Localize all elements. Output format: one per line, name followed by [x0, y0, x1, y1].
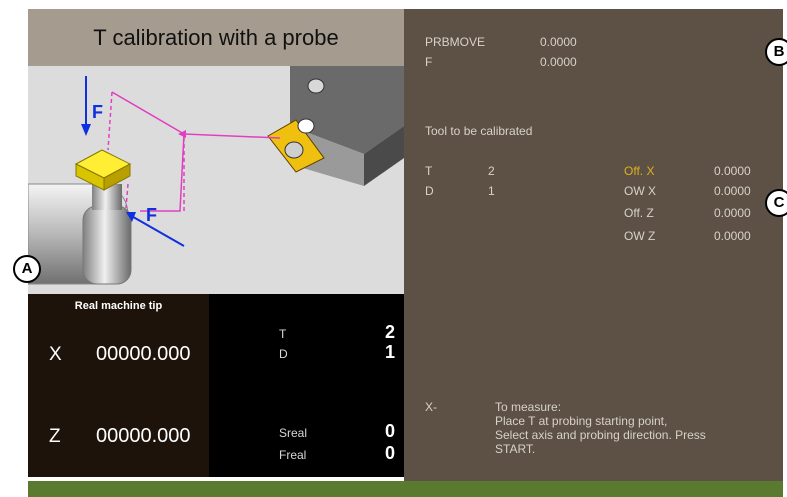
callout-b: B	[765, 38, 787, 66]
offset-x-label[interactable]: Off. X	[624, 164, 654, 178]
wear-z-value[interactable]: 0.0000	[714, 229, 751, 243]
calib-d-value: 1	[488, 184, 495, 198]
active-tool-t-label: T	[279, 327, 287, 341]
callout-c: C	[765, 189, 787, 217]
freal-value: 0	[384, 443, 395, 463]
page-title: T calibration with a probe	[28, 9, 404, 66]
prbmove-label: PRBMOVE	[425, 35, 486, 49]
force-label-vertical: F	[92, 102, 103, 122]
z-axis-label: Z	[49, 426, 61, 447]
callout-a: A	[13, 255, 41, 283]
z-axis-value: 00000.000	[96, 425, 191, 447]
sreal-value: 0	[384, 421, 395, 441]
instructions-text: To measure: Place T at probing starting …	[495, 400, 706, 456]
real-machine-tip-panel	[28, 294, 209, 477]
feed-value: 0.0000	[540, 55, 577, 69]
tool-to-calibrate-heading: Tool to be calibrated	[425, 124, 533, 138]
active-tool-t-value: 2	[384, 322, 395, 342]
calib-t-value: 2	[488, 164, 495, 178]
offset-z-label[interactable]: Off. Z	[624, 206, 654, 220]
instruction-line-3: Select axis and probing direction. Press	[495, 428, 706, 442]
probe-diagram: F F	[28, 66, 404, 294]
instruction-line-1: To measure:	[495, 400, 562, 414]
freal-label: Freal	[279, 448, 307, 462]
instruction-line-2: Place T at probing starting point,	[495, 414, 668, 428]
wear-x-value[interactable]: 0.0000	[714, 184, 751, 198]
offset-x-value[interactable]: 0.0000	[714, 164, 751, 178]
real-machine-tip-header: Real machine tip	[74, 300, 163, 312]
instruction-line-4: START.	[495, 442, 536, 456]
prbmove-value: 0.0000	[540, 35, 577, 49]
calib-t-label: T	[425, 164, 433, 178]
x-axis-value: 00000.000	[96, 343, 191, 365]
active-tool-d-label: D	[279, 347, 288, 361]
probe-illustration: F F	[28, 66, 404, 285]
sreal-label: Sreal	[279, 426, 308, 440]
wear-z-label[interactable]: OW Z	[624, 229, 655, 243]
offset-z-value[interactable]: 0.0000	[714, 206, 751, 220]
force-label-horizontal: F	[146, 205, 157, 225]
x-axis-label: X	[49, 344, 62, 365]
active-tool-d-value: 1	[384, 342, 395, 362]
wear-x-label[interactable]: OW X	[624, 184, 656, 198]
status-bar	[28, 481, 783, 497]
probing-direction: X-	[425, 400, 437, 414]
calib-d-label: D	[425, 184, 434, 198]
feed-label: F	[425, 55, 433, 69]
